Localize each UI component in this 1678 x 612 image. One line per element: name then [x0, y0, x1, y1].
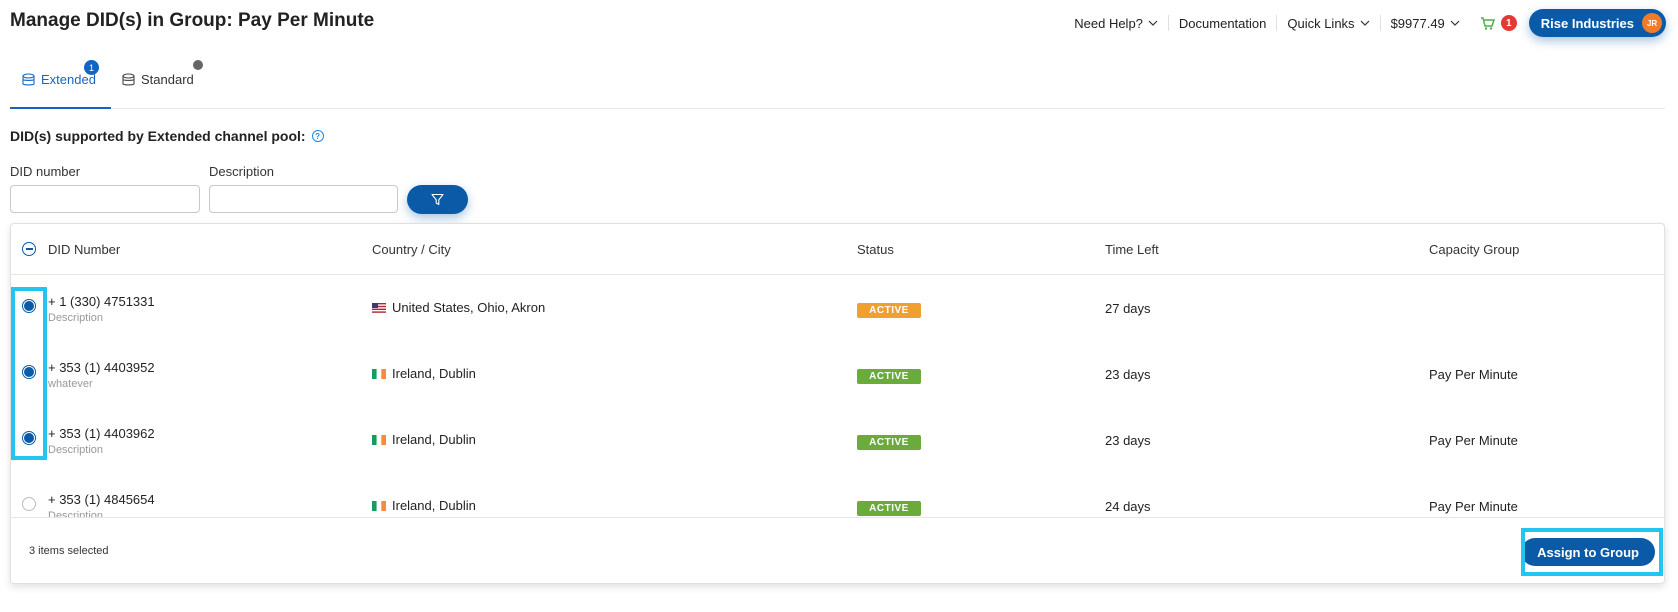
filter-button[interactable]: [407, 185, 468, 214]
time-left: 23 days: [1105, 367, 1151, 382]
location-cell: United States, Ohio, Akron: [372, 300, 545, 315]
tab-bar: Extended 1 Standard: [10, 56, 1665, 109]
header-status[interactable]: Status: [857, 242, 894, 257]
tab-standard-indicator: [193, 60, 203, 70]
ireland-flag-icon: [372, 369, 386, 379]
filter-icon: [431, 193, 444, 206]
need-help-menu[interactable]: Need Help?: [1064, 15, 1169, 31]
documentation-link[interactable]: Documentation: [1169, 15, 1278, 31]
tab-extended[interactable]: Extended: [22, 72, 96, 87]
help-icon[interactable]: ?: [311, 130, 324, 142]
status-cell: ACTIVE: [857, 301, 921, 318]
location-cell: Ireland, Dublin: [372, 498, 476, 513]
quick-links-label: Quick Links: [1287, 15, 1355, 31]
ireland-flag-icon: [372, 435, 386, 445]
time-left: 27 days: [1105, 301, 1151, 316]
capacity-group: Pay Per Minute: [1429, 499, 1518, 514]
table-footer: 3 items selected Assign to Group: [11, 517, 1664, 583]
table-row[interactable]: + 353 (1) 4403962 Description Ireland, D…: [11, 408, 1664, 474]
assign-button-highlight: [1521, 528, 1663, 576]
status-cell: ACTIVE: [857, 367, 921, 384]
checkbox-highlight: [11, 287, 47, 460]
avatar: JR: [1642, 13, 1662, 33]
did-number-input[interactable]: [10, 185, 200, 213]
capacity-group: Pay Per Minute: [1429, 433, 1518, 448]
did-number: + 353 (1) 4845654: [48, 492, 155, 507]
status-badge: ACTIVE: [857, 369, 921, 384]
did-number: + 353 (1) 4403962: [48, 426, 155, 441]
description-input[interactable]: [209, 185, 398, 213]
chevron-down-icon: [1148, 20, 1158, 26]
header-did-number[interactable]: DID Number: [48, 242, 120, 257]
did-cell: + 353 (1) 4403962 Description: [48, 426, 155, 456]
time-left: 24 days: [1105, 499, 1151, 514]
tab-extended-badge: 1: [84, 60, 99, 75]
selected-count: 3 items selected: [29, 545, 109, 557]
did-number-label: DID number: [10, 164, 81, 179]
description-label: Description: [209, 164, 275, 179]
us-flag-icon: [372, 303, 386, 313]
ireland-flag-icon: [372, 501, 386, 511]
cart-button[interactable]: 1: [1470, 15, 1529, 31]
location-text: Ireland, Dublin: [392, 366, 476, 381]
section-title: DID(s) supported by Extended channel poo…: [10, 128, 324, 144]
did-number: + 353 (1) 4403952: [48, 360, 155, 375]
did-number: + 1 (330) 4751331: [48, 294, 155, 309]
section-title-text: DID(s) supported by Extended channel poo…: [10, 128, 306, 144]
account-name: Rise Industries: [1540, 15, 1634, 31]
documentation-label: Documentation: [1178, 15, 1267, 31]
capacity-group: Pay Per Minute: [1429, 367, 1518, 382]
table-row[interactable]: + 353 (1) 4403952 whatever Ireland, Dubl…: [11, 342, 1664, 408]
did-cell: + 353 (1) 4403952 whatever: [48, 360, 155, 390]
did-description: Description: [48, 444, 104, 456]
chevron-down-icon: [1360, 20, 1369, 26]
table-header: DID Number Country / City Status Time Le…: [11, 224, 1664, 275]
balance-menu[interactable]: $9977.49: [1381, 15, 1470, 31]
tab-standard[interactable]: Standard: [122, 72, 194, 87]
row-checkbox[interactable]: [22, 497, 36, 511]
balance-value: $9977.49: [1390, 15, 1445, 31]
did-cell: + 1 (330) 4751331 Description: [48, 294, 155, 324]
account-button[interactable]: Rise Industries JR: [1528, 9, 1666, 37]
header-time-left[interactable]: Time Left: [1105, 242, 1159, 257]
tab-standard-label: Standard: [141, 72, 194, 87]
status-badge: ACTIVE: [857, 303, 921, 318]
status-badge: ACTIVE: [857, 435, 921, 450]
quick-links-menu[interactable]: Quick Links: [1277, 15, 1381, 31]
location-text: United States, Ohio, Akron: [392, 300, 546, 315]
header-country-city[interactable]: Country / City: [372, 242, 451, 257]
time-left: 23 days: [1105, 433, 1151, 448]
did-description: whatever: [48, 378, 93, 390]
active-tab-indicator: [10, 107, 111, 109]
status-cell: ACTIVE: [857, 499, 921, 516]
top-navigation: Need Help? Documentation Quick Links $99…: [1064, 9, 1666, 37]
database-icon: [22, 72, 35, 85]
page-title: Manage DID(s) in Group: Pay Per Minute: [10, 10, 375, 31]
table-row[interactable]: + 1 (330) 4751331 Description United Sta…: [11, 276, 1664, 342]
header-capacity-group[interactable]: Capacity Group: [1429, 242, 1519, 257]
chevron-down-icon: [1450, 20, 1460, 26]
location-text: Ireland, Dublin: [392, 498, 476, 513]
cart-count-badge: 1: [1500, 15, 1517, 31]
location-cell: Ireland, Dublin: [372, 432, 476, 447]
did-table: DID Number Country / City Status Time Le…: [10, 223, 1665, 584]
need-help-label: Need Help?: [1074, 15, 1143, 31]
status-badge: ACTIVE: [857, 501, 921, 516]
select-all-checkbox[interactable]: [22, 242, 36, 256]
did-description: Description: [48, 312, 104, 324]
location-text: Ireland, Dublin: [392, 432, 476, 447]
cart-icon: [1480, 16, 1495, 30]
database-icon: [122, 72, 135, 85]
location-cell: Ireland, Dublin: [372, 366, 476, 381]
status-cell: ACTIVE: [857, 433, 921, 450]
